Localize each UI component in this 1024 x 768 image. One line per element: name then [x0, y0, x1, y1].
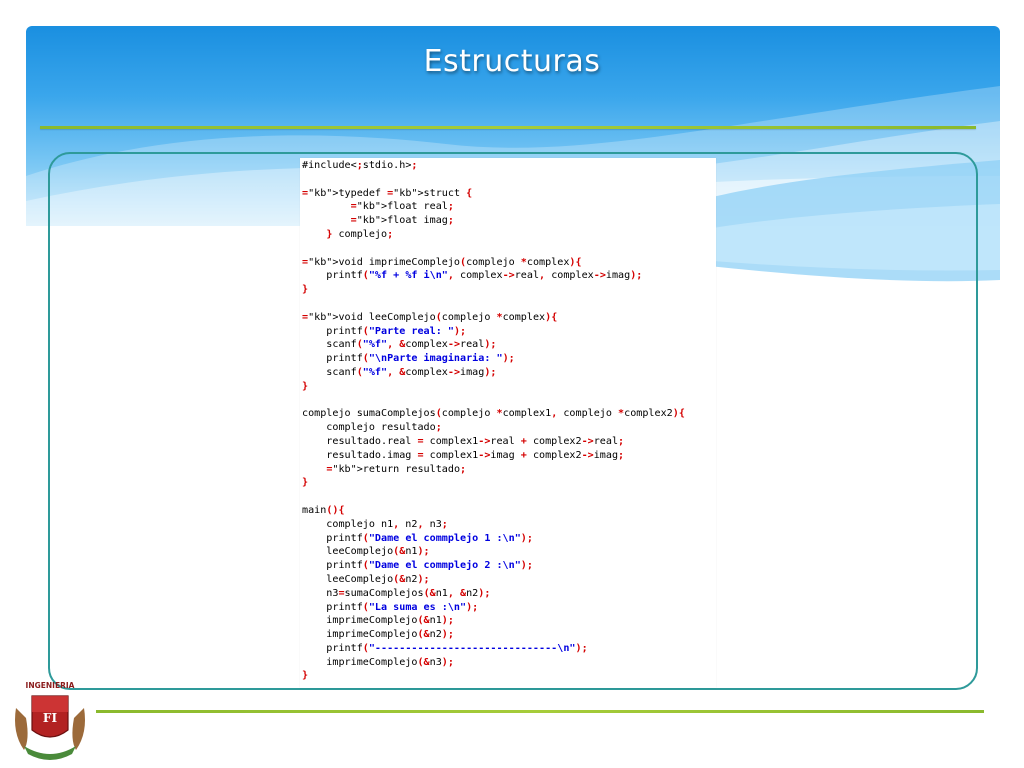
code-line: printf("Dame el commplejo 1 :\n"); [302, 532, 533, 544]
code-block: #include<;stdio.h>; ="kb">typedef ="kb">… [302, 160, 685, 682]
code-line: complejo n1, n2, n3; [302, 518, 448, 530]
code-line: imprimeComplejo(&n2); [302, 629, 454, 641]
code-line: printf("------------------------------\n… [302, 642, 588, 654]
code-line: } [302, 670, 309, 682]
code-line: printf("Dame el commplejo 2 :\n"); [302, 560, 533, 572]
code-line: ="kb">void [302, 256, 363, 268]
code-line: } complejo; [326, 228, 394, 240]
code-line: } [302, 380, 309, 392]
unam-fi-logo: INGENIERIA FI [15, 681, 85, 760]
code-line: ="kb">void [302, 311, 363, 323]
code-line: leeComplejo(&n2); [302, 573, 430, 585]
code-line: #include<;stdio.h>; [302, 160, 418, 171]
code-line: leeComplejo(&n1); [302, 546, 430, 558]
code-line: scanf("%f", &complex->real); [302, 339, 497, 351]
code-line: printf("%f + %f i\n", complex->real, com… [302, 270, 643, 282]
top-divider [40, 126, 976, 129]
code-line: } [302, 284, 309, 296]
logo-text: INGENIERIA [26, 681, 75, 690]
code-line: imprimeComplejo(&n3); [302, 656, 454, 668]
bottom-divider [96, 710, 984, 713]
slide-title: Estructuras [423, 44, 601, 79]
code-line: complejo resultado; [302, 422, 442, 434]
code-line: main(){ [302, 504, 345, 516]
logo-monogram: FI [43, 711, 58, 725]
code-line: } [302, 477, 309, 489]
code-screenshot: #include<;stdio.h>; ="kb">typedef ="kb">… [300, 158, 716, 688]
code-line: ="kb">float [350, 215, 418, 227]
code-line: complejo sumaComplejos(complejo *complex… [302, 408, 685, 420]
code-line: scanf("%f", &complex->imag); [302, 366, 497, 378]
code-line: printf("La suma es :\n"); [302, 601, 479, 613]
code-line: ="kb">typedef [302, 187, 382, 199]
code-line: resultado.real = complex1->real + comple… [302, 435, 625, 447]
code-line: printf("Parte real: "); [302, 325, 467, 337]
eagle-wing-left-icon [15, 708, 28, 750]
code-line: printf("\nParte imaginaria: "); [302, 353, 515, 365]
code-line: resultado.imag = complex1->imag + comple… [302, 449, 625, 461]
eagle-wing-right-icon [72, 708, 85, 750]
code-line: n3=sumaComplejos(&n1, &n2); [302, 587, 491, 599]
code-line: ="kb">return [326, 463, 400, 475]
code-line: imprimeComplejo(&n1); [302, 615, 454, 627]
code-line: ="kb">float [350, 201, 418, 213]
laurel-icon [24, 746, 76, 760]
